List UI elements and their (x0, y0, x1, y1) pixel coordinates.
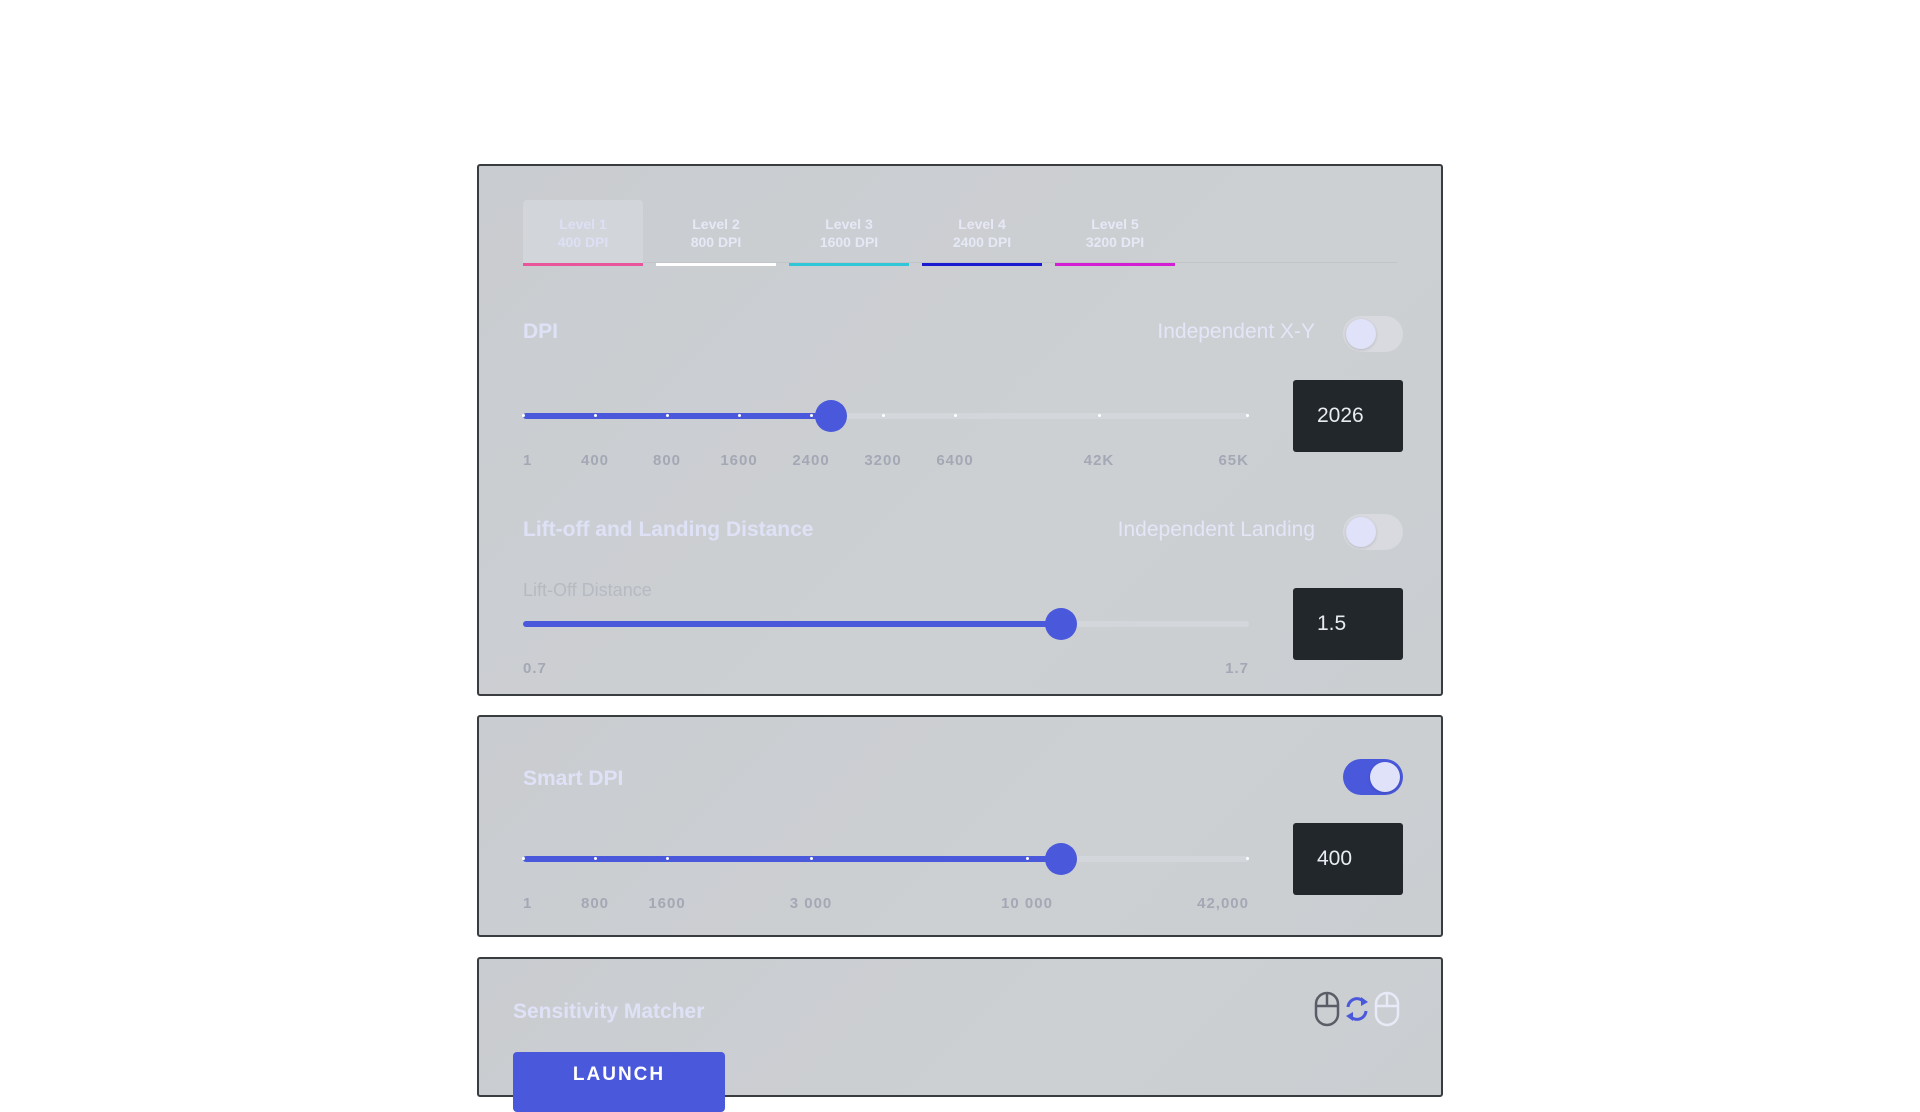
tick-label: 65K (1218, 452, 1249, 469)
tick-label: 42K (1083, 452, 1115, 469)
tick-label: 1600 (720, 452, 758, 469)
slider-stop (594, 414, 597, 417)
smart-dpi-value-field[interactable]: 400 (1293, 823, 1403, 895)
smart-dpi-title: Smart DPI (523, 767, 624, 790)
tab-level-2-underline (656, 263, 776, 266)
slider-stop (882, 414, 885, 417)
tab-level-3-dpi: 1600 DPI (819, 234, 879, 250)
tick-label: 42,000 (1197, 895, 1249, 912)
liftoff-title: Lift-off and Landing Distance (523, 518, 814, 541)
sensitivity-icons (1313, 991, 1401, 1032)
tab-level-3[interactable]: Level 3 1600 DPI (789, 200, 909, 266)
slider-stop (522, 857, 525, 860)
tab-level-2-dpi: 800 DPI (690, 234, 742, 250)
dpi-title: DPI (523, 320, 559, 343)
tick-label: 400 (580, 452, 610, 469)
tab-level-2[interactable]: Level 2 800 DPI (656, 200, 776, 266)
slider-stop (954, 414, 957, 417)
mouse-icon (1373, 991, 1401, 1032)
mouse-icon (1313, 991, 1341, 1032)
independent-xy-label: Independent X-Y (1157, 320, 1315, 343)
tick-label: 3200 (864, 452, 902, 469)
dpi-tick-labels: 1 400 800 1600 2400 3200 6400 42K 65K (523, 452, 1249, 472)
smart-dpi-tick-labels: 1 800 1600 3 000 10 000 42,000 (523, 895, 1249, 915)
toggle-knob (1346, 319, 1376, 349)
tab-level-1-underline (523, 263, 643, 266)
tab-level-3-underline (789, 263, 909, 266)
slider-fill (523, 856, 1061, 862)
slider-stop (810, 857, 813, 860)
sync-icon (1343, 991, 1371, 1032)
tab-level-5-dpi: 3200 DPI (1085, 234, 1145, 250)
tab-level-4-underline (922, 263, 1042, 266)
tick-label: 800 (580, 895, 610, 912)
slider-fill (523, 621, 1061, 627)
smart-dpi-toggle[interactable] (1343, 759, 1403, 795)
tick-label: 2400 (792, 452, 830, 469)
sensitivity-matcher-card: Sensitivity Matcher LAUNCH (477, 957, 1443, 1112)
liftoff-slider-thumb[interactable] (1045, 608, 1077, 640)
slider-stop (594, 857, 597, 860)
tick-label-max: 1.7 (1225, 660, 1249, 677)
sensitivity-matcher-title: Sensitivity Matcher (513, 1000, 705, 1023)
tab-level-5-title: Level 5 (1091, 216, 1139, 232)
slider-stop (666, 857, 669, 860)
smart-dpi-slider[interactable] (522, 841, 1249, 877)
liftoff-value-field[interactable]: 1.5 (1293, 588, 1403, 660)
tab-level-4-dpi: 2400 DPI (952, 234, 1012, 250)
slider-stop (1246, 857, 1249, 860)
tab-level-3-title: Level 3 (825, 216, 873, 232)
tick-label: 1600 (648, 895, 686, 912)
tab-level-1-dpi: 400 DPI (557, 234, 609, 250)
dpi-value-field[interactable]: 2026 (1293, 380, 1403, 452)
slider-stop (522, 414, 525, 417)
dpi-settings-card: Level 1 400 DPI Level 2 800 DPI Level 3 … (477, 164, 1443, 696)
tab-level-2-title: Level 2 (692, 216, 740, 232)
tab-level-1-title: Level 1 (559, 216, 607, 232)
tab-level-5-underline (1055, 263, 1175, 266)
tick-label: 3 000 (789, 895, 833, 912)
tab-level-4-title: Level 4 (958, 216, 1006, 232)
tick-label: 1 (523, 452, 533, 469)
liftoff-slider[interactable] (523, 606, 1249, 642)
launch-button[interactable]: LAUNCH (513, 1052, 725, 1112)
slider-stop (738, 414, 741, 417)
slider-stop (1246, 414, 1249, 417)
smart-dpi-slider-thumb[interactable] (1045, 843, 1077, 875)
tab-level-4[interactable]: Level 4 2400 DPI (922, 200, 1042, 266)
independent-landing-label: Independent Landing (1117, 518, 1315, 541)
toggle-knob (1370, 762, 1400, 792)
liftoff-tick-labels: 0.7 1.7 (523, 660, 1249, 680)
smart-dpi-card: Smart DPI 1 800 1600 3 000 10 000 42,000… (477, 715, 1443, 937)
dpi-level-tabs: Level 1 400 DPI Level 2 800 DPI Level 3 … (523, 200, 1397, 266)
tick-label: 800 (652, 452, 682, 469)
tick-label: 10 000 (1001, 895, 1053, 912)
independent-xy-toggle[interactable] (1343, 316, 1403, 352)
slider-stop (1026, 857, 1029, 860)
toggle-knob (1346, 517, 1376, 547)
independent-landing-toggle[interactable] (1343, 514, 1403, 550)
tick-label-min: 0.7 (523, 660, 547, 677)
slider-fill (523, 413, 831, 419)
slider-stop (1098, 414, 1101, 417)
tick-label: 6400 (936, 452, 974, 469)
slider-stop (666, 414, 669, 417)
dpi-slider-thumb[interactable] (815, 400, 847, 432)
tick-label: 1 (523, 895, 533, 912)
tab-level-5[interactable]: Level 5 3200 DPI (1055, 200, 1175, 266)
liftoff-distance-label: Lift-Off Distance (523, 580, 652, 600)
slider-stop (810, 414, 813, 417)
dpi-slider[interactable] (522, 398, 1249, 434)
tab-level-1[interactable]: Level 1 400 DPI (523, 200, 643, 266)
